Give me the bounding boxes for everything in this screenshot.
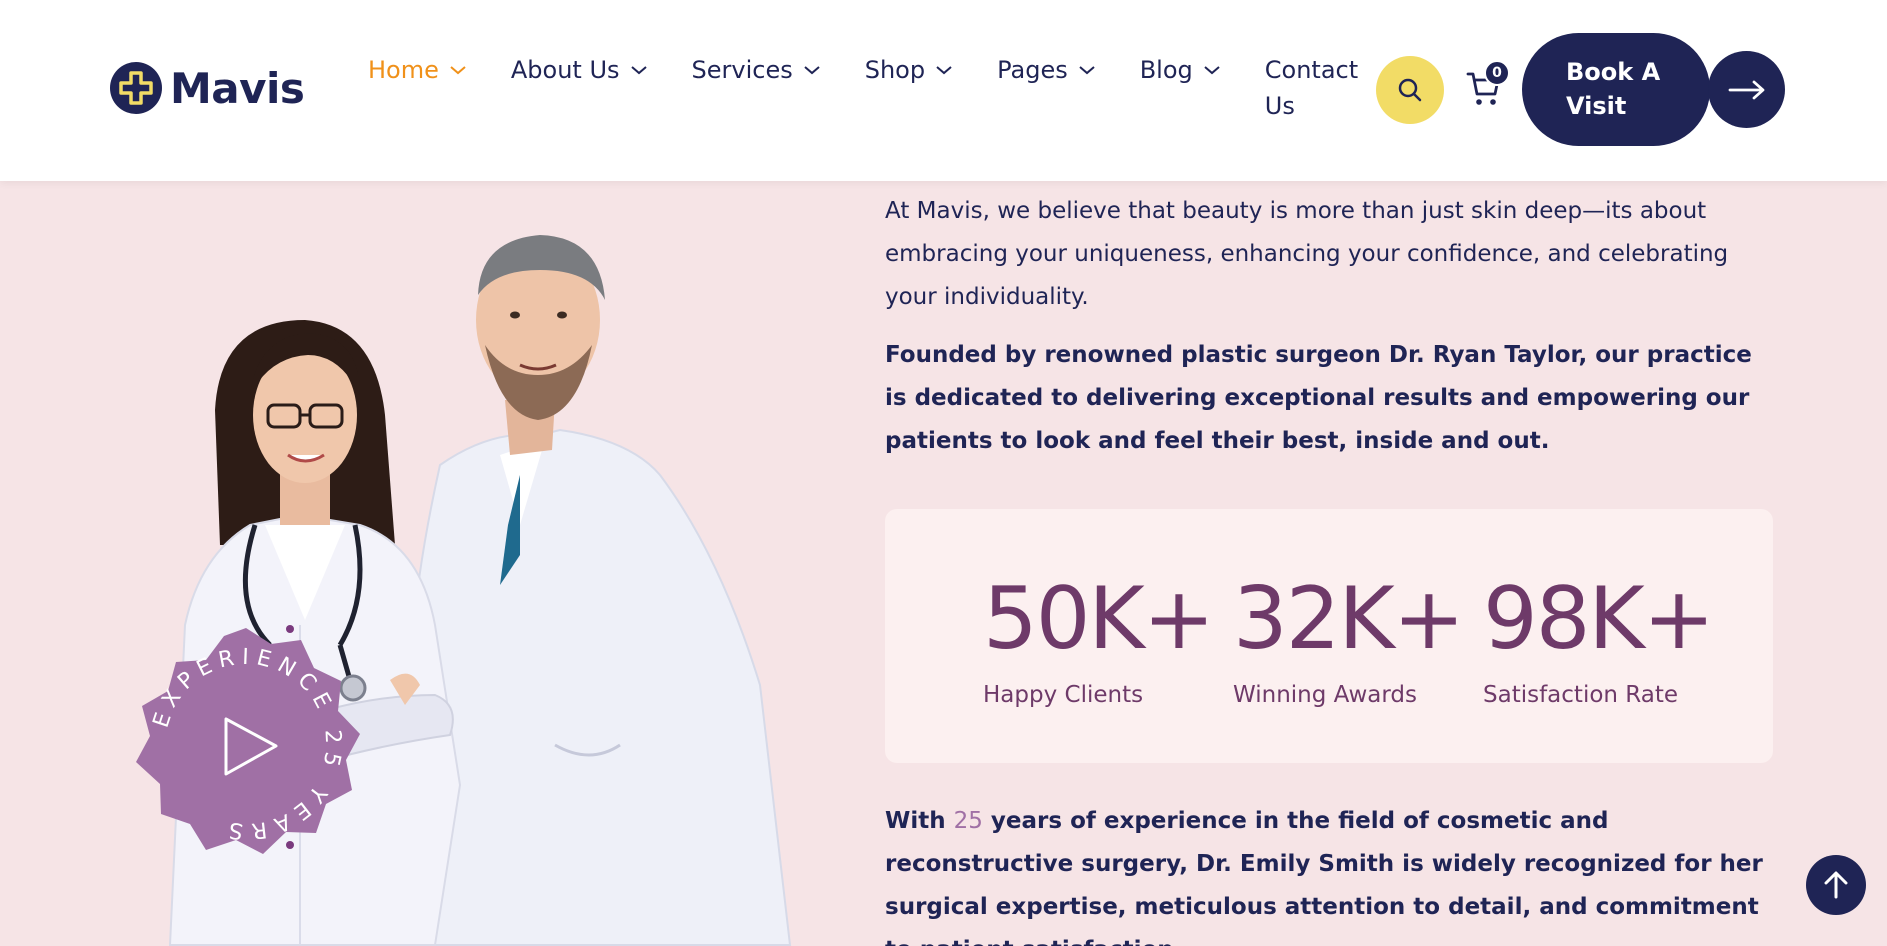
- nav-item-label: Blog: [1139, 56, 1193, 84]
- nav-item-home[interactable]: Home: [368, 52, 467, 88]
- stat-value: 98K+: [1483, 569, 1715, 669]
- site-header: Mavis Home About Us Services Shop Pages …: [0, 0, 1887, 181]
- stat-satisfaction-rate: 98K+ Satisfaction Rate: [1483, 564, 1715, 708]
- book-visit-label: Book A Visit: [1566, 58, 1661, 120]
- search-button[interactable]: [1376, 56, 1444, 124]
- nav-item-services[interactable]: Services: [692, 52, 821, 88]
- arrow-up-icon: [1824, 871, 1848, 899]
- chevron-down-icon: [936, 66, 952, 75]
- intro-paragraph-1: At Mavis, we believe that beauty is more…: [885, 198, 1729, 310]
- stats-card: 50K+ Happy Clients 32K+ Winning Awards 9…: [885, 509, 1773, 763]
- book-visit-button[interactable]: Book A Visit: [1522, 33, 1710, 146]
- experience-paragraph: With 25 years of experience in the field…: [885, 800, 1775, 946]
- nav-item-label: About Us: [510, 56, 620, 84]
- chevron-down-icon: [1079, 66, 1095, 75]
- nav-item-pages[interactable]: Pages: [997, 52, 1096, 88]
- chevron-down-icon: [450, 66, 466, 75]
- stat-value: 50K+: [983, 569, 1215, 669]
- stat-label: Happy Clients: [983, 682, 1144, 708]
- search-icon: [1398, 78, 1422, 102]
- nav-item-shop[interactable]: Shop: [865, 52, 953, 88]
- nav-item-label: Services: [691, 56, 793, 84]
- cart-count-badge: 0: [1484, 60, 1510, 86]
- chevron-down-icon: [1204, 66, 1220, 75]
- doctor-name: Dr. Emily Smith: [1196, 851, 1395, 877]
- experience-years: 25: [953, 808, 983, 834]
- logo-text: Mavis: [170, 63, 305, 113]
- nav-item-about[interactable]: About Us: [511, 52, 648, 88]
- intro-paragraph-2: Founded by renowned plastic surgeon Dr. …: [885, 342, 1752, 454]
- chevron-down-icon: [630, 66, 647, 75]
- chevron-down-icon: [804, 66, 820, 75]
- stat-label: Winning Awards: [1233, 682, 1417, 708]
- main-nav: Home About Us Services Shop Pages Blog C…: [368, 52, 1365, 124]
- logo-icon: [110, 62, 162, 114]
- stat-winning-awards: 32K+ Winning Awards: [1233, 564, 1465, 708]
- stat-label: Satisfaction Rate: [1483, 682, 1679, 708]
- stat-value: 32K+: [1233, 569, 1465, 669]
- nav-item-blog[interactable]: Blog: [1140, 52, 1221, 88]
- scroll-to-top-button[interactable]: [1806, 855, 1866, 915]
- nav-item-label: Contact Us: [1264, 56, 1359, 120]
- book-arrow-button[interactable]: [1708, 51, 1785, 128]
- stat-happy-clients: 50K+ Happy Clients: [983, 564, 1215, 708]
- experience-badge[interactable]: EXPERIENCE 25 YEARS: [126, 624, 366, 864]
- nav-item-label: Shop: [864, 56, 926, 84]
- logo[interactable]: Mavis: [110, 62, 305, 114]
- arrow-right-icon: [1728, 80, 1764, 99]
- experience-prefix: With: [885, 808, 954, 834]
- about-intro: At Mavis, we believe that beauty is more…: [885, 190, 1775, 463]
- nav-item-label: Home: [368, 56, 439, 84]
- nav-item-label: Pages: [997, 56, 1068, 84]
- nav-item-contact[interactable]: Contact Us: [1265, 52, 1365, 124]
